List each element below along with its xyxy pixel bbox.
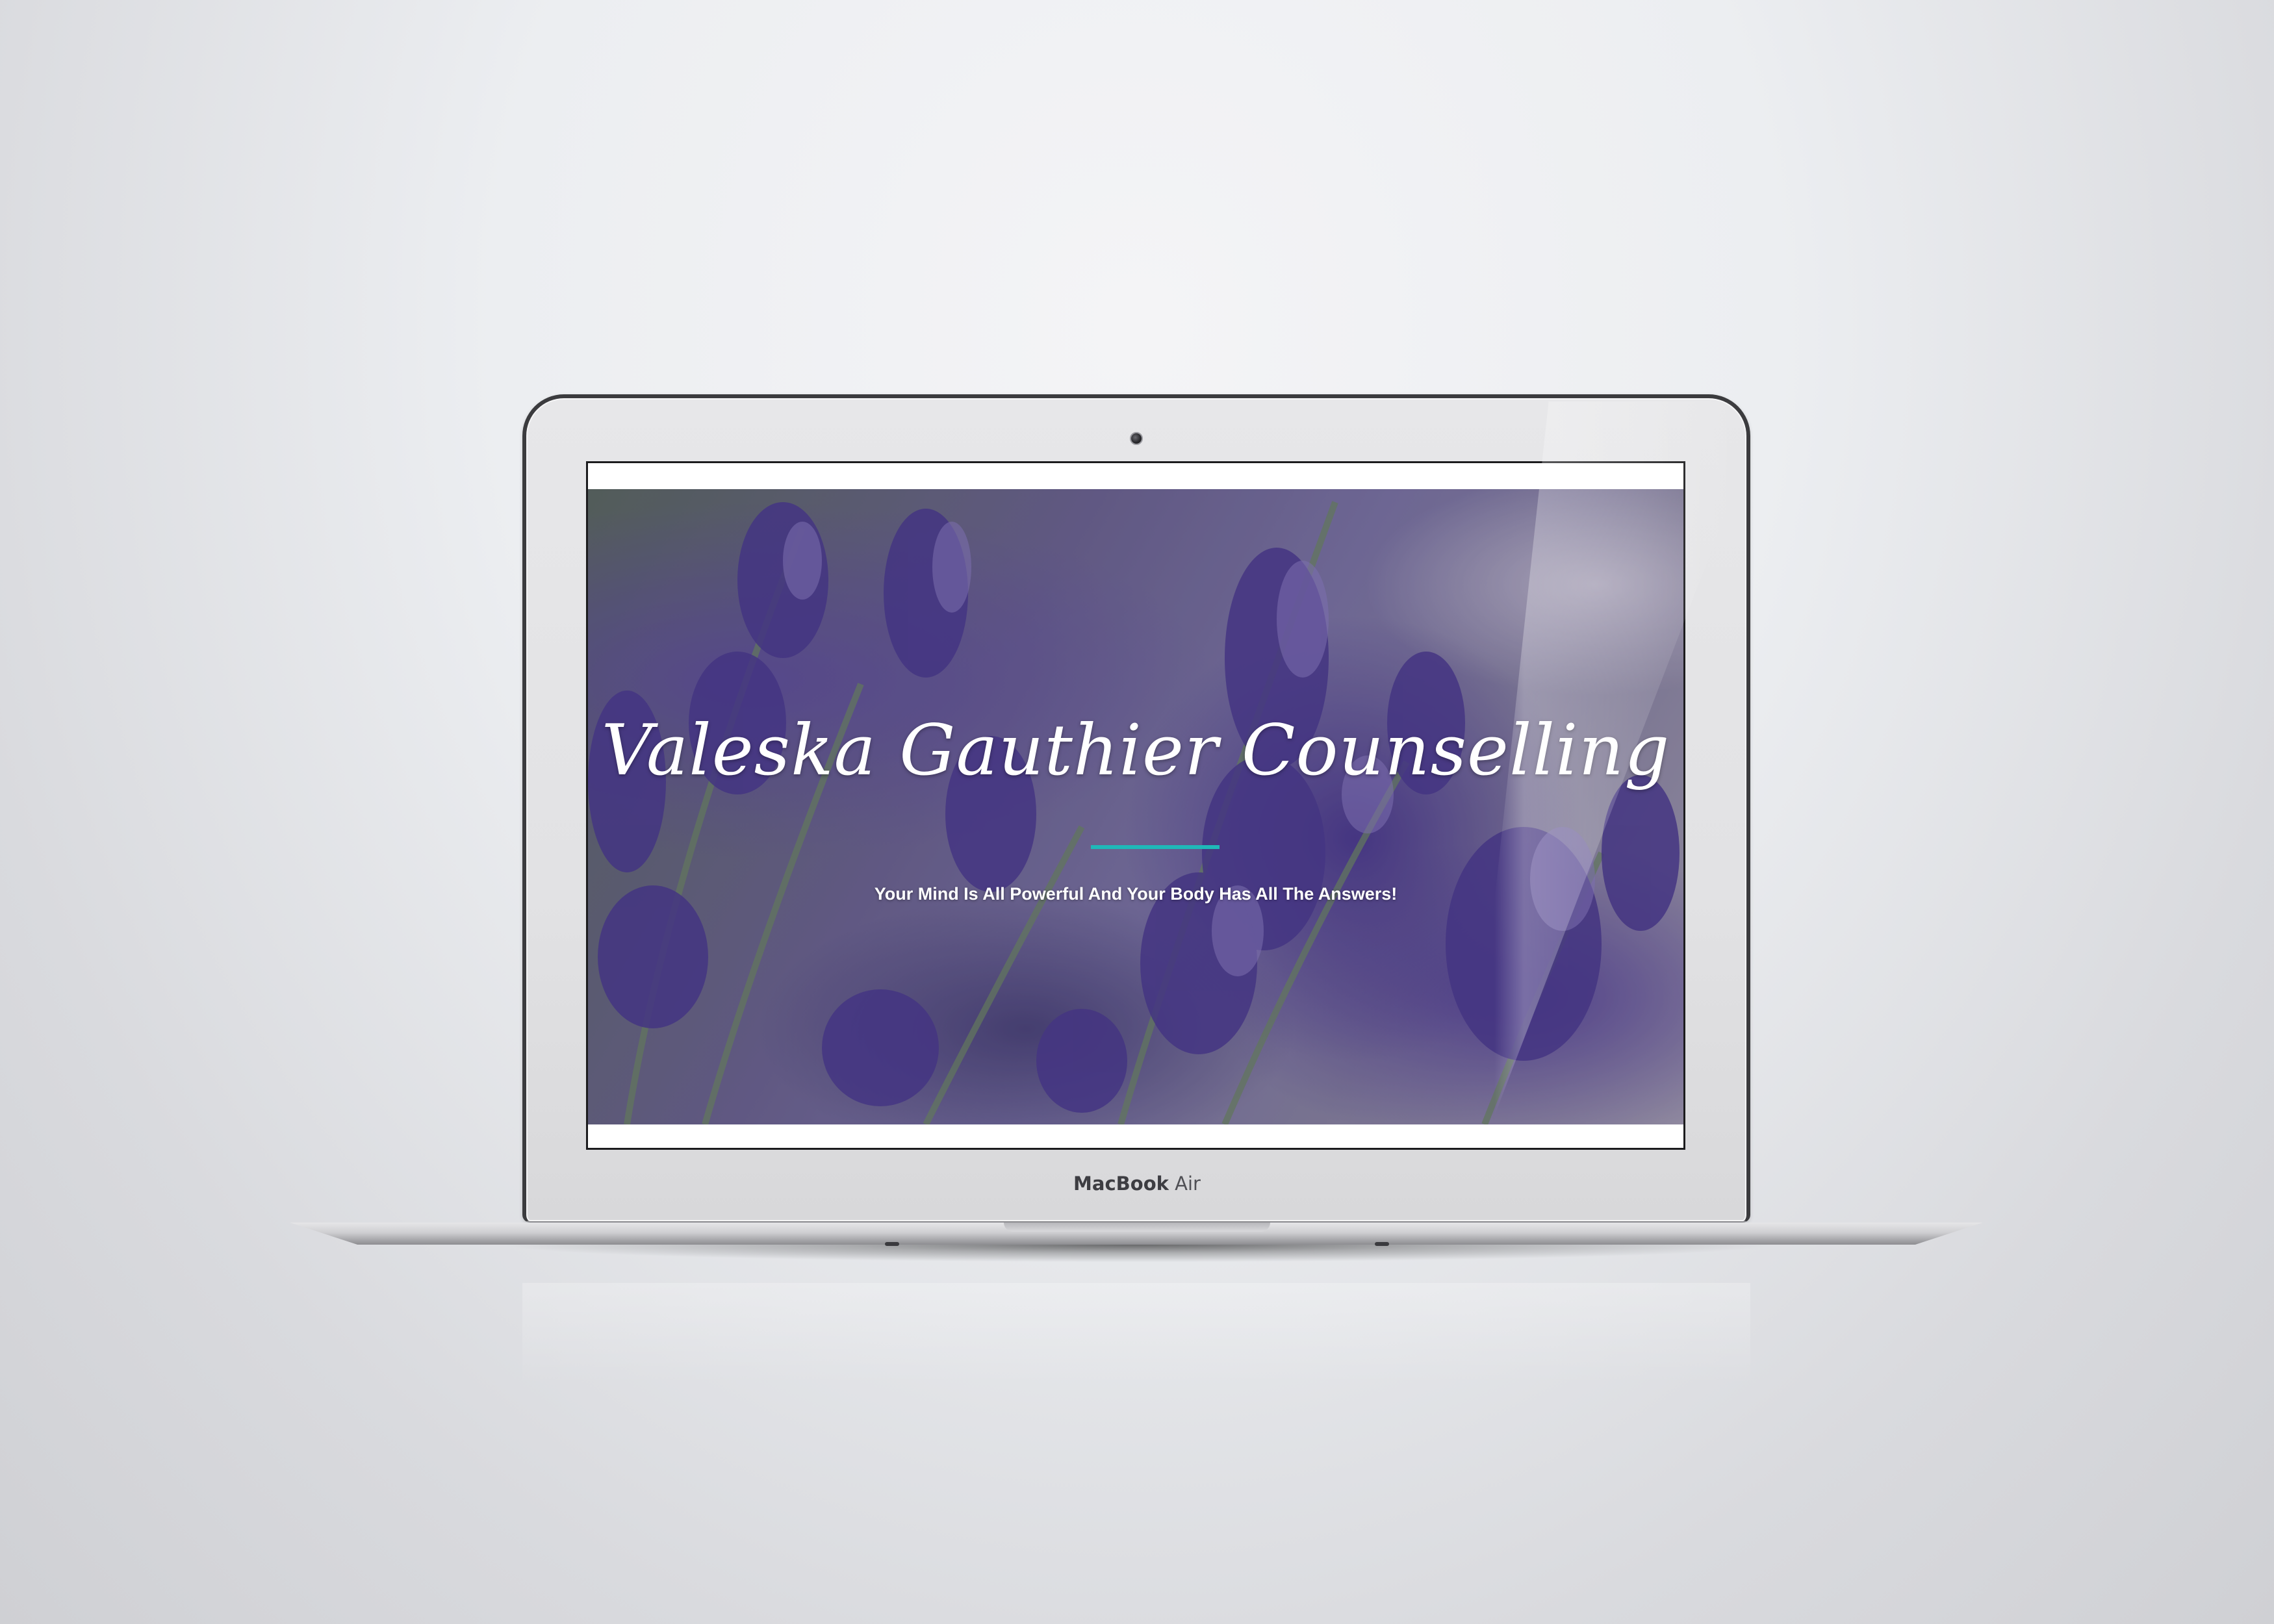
webcam-icon: [1130, 432, 1143, 445]
device-label-model: Air: [1175, 1173, 1201, 1195]
device-label-brand: MacBook: [1073, 1173, 1169, 1195]
desk-reflection: [522, 1283, 1750, 1387]
site-title: Valeska Gauthier Counselling: [601, 710, 1670, 791]
laptop-foot: [1375, 1242, 1389, 1246]
device-label: MacBook Air: [1014, 1173, 1260, 1195]
laptop-foot: [885, 1242, 899, 1246]
laptop-shadow: [292, 1245, 1982, 1284]
title-divider: [1091, 845, 1220, 849]
laptop-screen: Valeska Gauthier Counselling Your Mind I…: [586, 461, 1685, 1150]
hero-overlay: [588, 489, 1683, 1124]
site-tagline: Your Mind Is All Powerful And Your Body …: [874, 884, 1398, 904]
laptop-notch: [1004, 1223, 1270, 1232]
hero-section: Valeska Gauthier Counselling Your Mind I…: [588, 489, 1683, 1124]
